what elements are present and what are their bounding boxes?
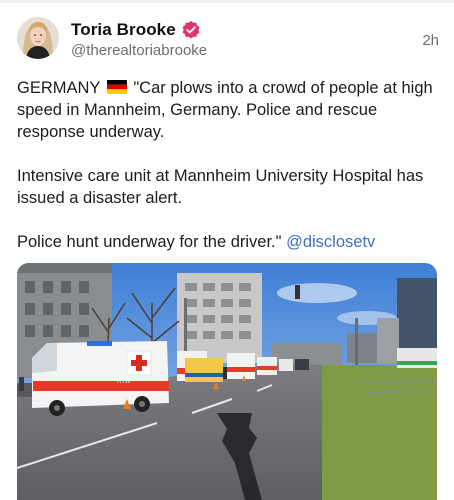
post-header: Toria Brooke @therealtoriabrooke 2h — [17, 17, 441, 63]
post-country-label: GERMANY — [17, 79, 101, 97]
avatar-image — [17, 17, 59, 59]
mention-link[interactable]: @disclosetv — [286, 233, 375, 251]
display-name[interactable]: Toria Brooke — [71, 20, 176, 40]
post-timestamp: 2h — [422, 32, 439, 49]
post-media-image[interactable]: RTW — [17, 263, 437, 500]
post-paragraph-3: Police hunt underway for the driver." @d… — [17, 231, 441, 253]
post-paragraph-2: Intensive care unit at Mannheim Universi… — [17, 167, 424, 207]
author-handle[interactable]: @therealtoriabrooke — [71, 42, 207, 59]
post-paragraph-1: GERMANY "Car plows into a crowd of peopl… — [17, 77, 441, 143]
verified-badge-icon — [181, 20, 201, 40]
top-divider — [0, 0, 454, 3]
post-body: GERMANY "Car plows into a crowd of peopl… — [17, 77, 441, 275]
germany-flag-icon — [106, 78, 127, 94]
ambulance-graphic: RTW — [32, 341, 169, 416]
name-row: Toria Brooke — [71, 20, 201, 40]
avatar[interactable] — [17, 17, 59, 59]
post-paragraph-3-text: Police hunt underway for the driver." — [17, 233, 287, 251]
street-scene-image: RTW — [17, 263, 437, 500]
ambulance-label: RTW — [117, 379, 131, 385]
